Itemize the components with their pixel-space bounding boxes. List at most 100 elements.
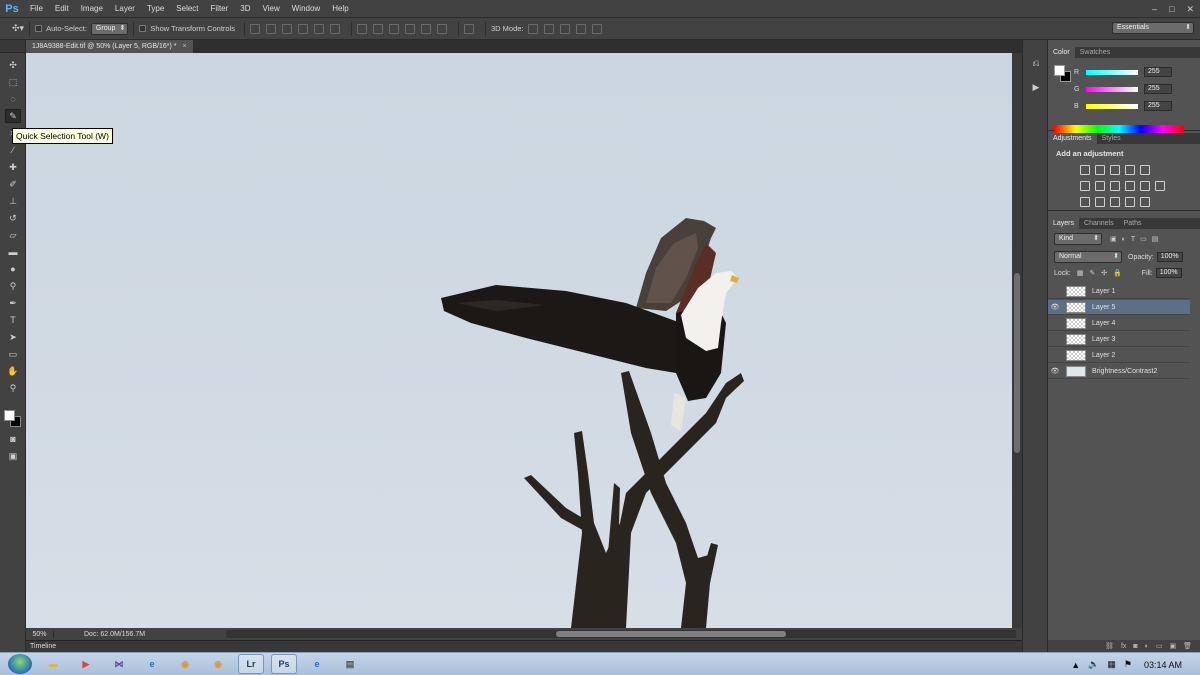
selective-color-icon[interactable] [1140,197,1150,207]
color-balance-icon[interactable] [1095,181,1105,191]
marquee-tool-icon[interactable]: ⬚ [5,75,21,89]
close-button[interactable]: ✕ [1186,4,1194,15]
new-adjustment-icon[interactable]: ◐ [1145,643,1149,650]
eyedropper-tool-icon[interactable]: ⁄ [5,143,21,157]
path-selection-tool-icon[interactable]: ➤ [5,330,21,344]
zoom-level-field[interactable]: 50% [26,630,54,638]
move-tool-icon[interactable]: ✣▾ [12,23,24,34]
tab-styles[interactable]: Styles [1097,133,1126,144]
brightness-contrast-icon[interactable] [1080,165,1090,175]
history-brush-tool-icon[interactable]: ↺ [5,211,21,225]
distribute-top-icon[interactable] [357,23,368,34]
healing-brush-tool-icon[interactable]: ✚ [5,160,21,174]
layer-row[interactable]: 👁 Brightness/Contrast2 [1048,364,1190,379]
auto-align-icon[interactable] [464,23,475,34]
align-left-icon[interactable] [298,23,309,34]
levels-icon[interactable] [1095,165,1105,175]
align-bottom-icon[interactable] [282,23,293,34]
vertical-scrollbar[interactable] [1012,53,1022,628]
new-layer-icon[interactable]: ▣ [1169,642,1176,650]
menu-filter[interactable]: Filter [205,0,235,18]
exposure-icon[interactable] [1125,165,1135,175]
actions-icon[interactable]: ▶ [1031,82,1041,92]
menu-select[interactable]: Select [170,0,204,18]
distribute-bottom-icon[interactable] [389,23,400,34]
3d-slide-icon[interactable] [575,23,586,34]
quick-selection-tool-icon[interactable]: ✎ [5,109,21,123]
minimize-button[interactable]: – [1152,4,1157,14]
invert-icon[interactable] [1080,197,1090,207]
eraser-tool-icon[interactable]: ▱ [5,228,21,242]
layer-row[interactable]: 👁 Layer 5 [1048,300,1190,315]
3d-rotate-icon[interactable] [527,23,538,34]
black-white-icon[interactable] [1110,181,1120,191]
history-icon[interactable]: ⎌ [1031,58,1041,68]
layer-row[interactable]: Layer 1 [1048,284,1190,299]
layer-kind-filter[interactable]: Kind [1054,233,1102,245]
blue-slider[interactable] [1086,103,1138,109]
align-middle-icon[interactable] [266,23,277,34]
color-spectrum-bar[interactable] [1054,125,1184,133]
fill-field[interactable]: 100% [1155,268,1182,278]
doc-info[interactable]: Doc: 62.0M/156.7M [84,631,145,638]
auto-select-dropdown[interactable]: Group [90,22,129,35]
blur-tool-icon[interactable]: ● [5,262,21,276]
volume-icon[interactable]: 🔈 [1088,659,1099,670]
menu-help[interactable]: Help [326,0,354,18]
distribute-center-icon[interactable] [421,23,432,34]
printer-icon[interactable]: ▤ [337,654,363,674]
pen-tool-icon[interactable]: ✒ [5,296,21,310]
media-icon[interactable]: ▶ [73,654,99,674]
gradient-map-icon[interactable] [1125,197,1135,207]
red-value-field[interactable]: 255 [1144,67,1172,77]
blend-mode-dropdown[interactable]: Normal [1054,251,1122,263]
type-tool-icon[interactable]: T [5,313,21,327]
menu-layer[interactable]: Layer [109,0,141,18]
visual-studio-icon[interactable]: ⋈ [106,654,132,674]
hue-saturation-icon[interactable] [1080,181,1090,191]
menu-image[interactable]: Image [75,0,109,18]
distribute-right-icon[interactable] [437,23,448,34]
chrome-icon[interactable]: ◉ [172,654,198,674]
green-slider[interactable] [1086,86,1138,92]
tab-paths[interactable]: Paths [1119,218,1147,229]
blue-value-field[interactable]: 255 [1144,101,1172,111]
document-tab[interactable]: 1J8A9388-Edit.tif @ 50% (Layer 5, RGB/16… [26,40,193,53]
tools-panel-header[interactable] [0,40,25,53]
ie-icon[interactable]: e [304,654,330,674]
network-icon[interactable]: ▦ [1107,659,1116,670]
menu-file[interactable]: File [24,0,49,18]
link-layers-icon[interactable]: ⛓ [1105,642,1114,650]
3d-scale-icon[interactable] [591,23,602,34]
brush-tool-icon[interactable]: ✐ [5,177,21,191]
layer-row[interactable]: Layer 2 [1048,348,1190,363]
threshold-icon[interactable] [1110,197,1120,207]
photoshop-icon[interactable]: Ps [271,654,297,674]
menu-window[interactable]: Window [286,0,326,18]
shape-tool-icon[interactable]: ▭ [5,347,21,361]
dodge-tool-icon[interactable]: ⚲ [5,279,21,293]
lock-icons[interactable]: ▦✎✣🔒 [1077,269,1128,277]
horizontal-scrollbar[interactable] [226,630,1016,638]
menu-view[interactable]: View [257,0,286,18]
gradient-tool-icon[interactable]: ▬ [5,245,21,259]
3d-roll-icon[interactable] [543,23,554,34]
lightroom-icon[interactable]: Lr [238,654,264,674]
tab-channels[interactable]: Channels [1079,218,1119,229]
distribute-left-icon[interactable] [405,23,416,34]
menu-type[interactable]: Type [141,0,170,18]
curves-icon[interactable] [1110,165,1120,175]
close-tab-icon[interactable]: × [182,40,186,53]
channel-mixer-icon[interactable] [1140,181,1150,191]
align-top-icon[interactable] [250,23,261,34]
tab-adjustments[interactable]: Adjustments [1048,133,1097,144]
menu-3d[interactable]: 3D [234,0,256,18]
tab-layers[interactable]: Layers [1048,218,1080,229]
align-right-icon[interactable] [330,23,341,34]
green-value-field[interactable]: 255 [1144,84,1172,94]
ie-icon[interactable]: e [139,654,165,674]
filter-icons[interactable]: ▣◐T▭▤ [1110,235,1163,243]
action-center-icon[interactable]: ⚑ [1124,659,1132,670]
start-button[interactable] [8,654,32,674]
photo-filter-icon[interactable] [1125,181,1135,191]
